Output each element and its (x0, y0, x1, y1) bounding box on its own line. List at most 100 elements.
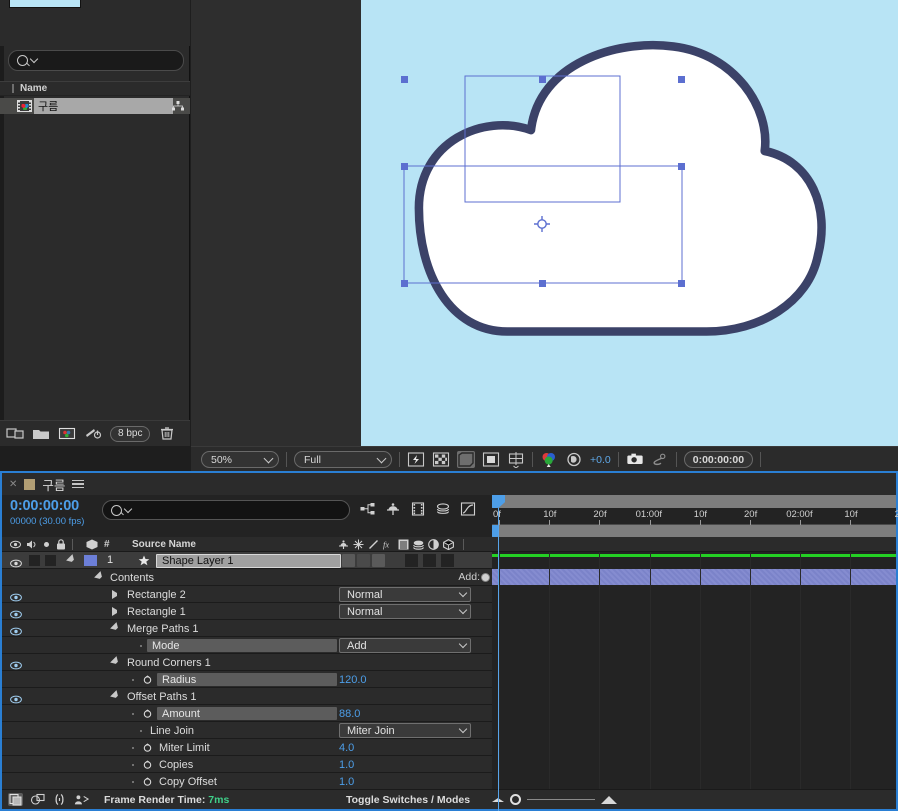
snapshot-icon[interactable] (626, 451, 644, 468)
property-visibility-toggle[interactable] (10, 657, 22, 670)
hide-shy-layers-icon[interactable] (410, 501, 426, 517)
layer-twirl-icon[interactable] (66, 554, 79, 567)
toggle-switches-modes-icon[interactable] (8, 793, 23, 806)
property-visibility-toggle[interactable] (10, 606, 22, 619)
quality-icon[interactable] (368, 539, 379, 550)
shy-icon[interactable] (338, 539, 349, 550)
twirl-icon[interactable] (112, 607, 121, 616)
motion-blur-icon[interactable] (413, 539, 424, 550)
copy-offset-value[interactable]: 1.0 (339, 776, 354, 788)
stopwatch-icon[interactable] (143, 708, 152, 718)
layer-switch-quality[interactable] (372, 554, 385, 567)
viewer-timecode[interactable]: 0:00:00:00 (683, 451, 754, 468)
property-row-round-corners-1[interactable]: Round Corners 1 (2, 654, 492, 671)
composition-canvas[interactable] (361, 0, 898, 446)
frame-blending-icon[interactable] (398, 539, 409, 550)
mask-shape-visibility-icon[interactable] (482, 451, 500, 468)
timeline-search-input[interactable] (102, 500, 350, 520)
graph-editor-icon[interactable] (460, 501, 476, 517)
audio-header-icon[interactable] (26, 539, 37, 550)
new-composition-icon[interactable] (58, 426, 76, 441)
layer-switch-shy[interactable] (342, 554, 355, 567)
bit-depth-button[interactable]: 8 bpc (110, 425, 151, 442)
zoom-slider-knob[interactable] (510, 794, 521, 805)
twirl-icon[interactable] (110, 622, 123, 635)
new-folder-icon[interactable] (32, 426, 50, 441)
work-area-bar-top[interactable] (492, 495, 896, 508)
blend-mode-dropdown[interactable]: Normal (339, 587, 471, 602)
timeline-tab-label[interactable]: 구름 (42, 475, 65, 494)
property-row-line-join[interactable]: Line Join Miter Join (2, 722, 492, 739)
twirl-icon[interactable] (112, 590, 121, 599)
project-column-header[interactable]: Name (0, 81, 190, 96)
solo-header-icon[interactable] (44, 542, 49, 547)
layer-audio-toggle[interactable] (29, 555, 40, 566)
interpret-footage-icon[interactable] (6, 426, 24, 441)
project-item-name-field[interactable]: 구름 (34, 98, 173, 114)
zoom-slider-track[interactable] (527, 798, 595, 801)
proportional-grid-icon[interactable] (507, 451, 525, 468)
add-button[interactable] (481, 573, 490, 582)
label-header-icon[interactable] (86, 539, 98, 550)
trash-icon[interactable] (158, 426, 176, 441)
channel-rgb-icon[interactable] (540, 451, 558, 468)
property-row-copy-offset[interactable]: Copy Offset 1.0 (2, 773, 492, 790)
stopwatch-icon[interactable] (143, 674, 152, 684)
draft-3d-icon[interactable] (385, 501, 401, 517)
radius-value[interactable]: 120.0 (339, 674, 367, 686)
project-search-input[interactable] (8, 50, 184, 71)
layer-switch-motion-blur[interactable] (441, 554, 454, 567)
video-visibility-header-icon[interactable] (10, 540, 21, 549)
hierarchy-icon[interactable] (172, 101, 184, 111)
timeline-track-area[interactable] (492, 552, 896, 790)
line-join-dropdown[interactable]: Miter Join (339, 723, 471, 738)
stopwatch-icon[interactable] (143, 742, 152, 752)
layer-switch-frame-blending[interactable] (423, 554, 436, 567)
stopwatch-icon[interactable] (143, 776, 152, 786)
collapse-transformations-icon[interactable] (353, 539, 364, 550)
work-area-bar-bottom[interactable] (492, 525, 896, 537)
magnification-selector[interactable]: 50% (201, 451, 279, 468)
composition-mini-flowchart-icon[interactable] (360, 501, 376, 517)
property-row-radius[interactable]: Radius 120.0 (2, 671, 492, 688)
miter-limit-value[interactable]: 4.0 (339, 742, 354, 754)
blend-mode-dropdown[interactable]: Normal (339, 604, 471, 619)
property-row-contents[interactable]: Contents Add: (2, 569, 492, 586)
amount-value[interactable]: 88.0 (339, 708, 360, 720)
exposure-value[interactable]: +0.0 (590, 454, 611, 466)
property-visibility-toggle[interactable] (10, 589, 22, 602)
property-row-merge-paths-1[interactable]: Merge Paths 1 (2, 620, 492, 637)
layer-video-toggle[interactable] (10, 555, 22, 568)
comp-renderer-icon[interactable] (30, 793, 45, 806)
layer-switch-effects[interactable] (405, 554, 418, 567)
property-row-mode[interactable]: Mode Add (2, 637, 492, 654)
transparency-grid-icon[interactable] (432, 451, 450, 468)
panel-menu-icon[interactable] (72, 479, 85, 489)
twirl-icon[interactable] (110, 690, 123, 703)
motion-sketch-icon[interactable] (74, 793, 89, 806)
project-item-row[interactable]: 구름 (0, 98, 190, 114)
exposure-reset-icon[interactable] (565, 451, 583, 468)
resolution-selector[interactable]: Full (294, 451, 392, 468)
timeline-current-time[interactable]: 0:00:00:00 (10, 498, 79, 514)
property-visibility-toggle[interactable] (10, 623, 22, 636)
property-visibility-toggle[interactable] (10, 691, 22, 704)
timeline-zoom-slider[interactable] (492, 794, 617, 805)
property-name-field[interactable]: Mode (147, 639, 337, 652)
show-snapshot-icon[interactable] (651, 451, 669, 468)
lock-header-icon[interactable] (56, 539, 66, 550)
expression-icon[interactable] (52, 793, 67, 806)
adjustment-layer-icon[interactable] (428, 539, 439, 550)
property-name-field[interactable]: Radius (157, 673, 337, 686)
layer-number-header[interactable]: # (104, 539, 110, 550)
toggle-switches-modes-button[interactable]: Toggle Switches / Modes (346, 794, 470, 806)
layer-switch-collapse[interactable] (357, 554, 370, 567)
stopwatch-icon[interactable] (143, 759, 152, 769)
property-row-miter-limit[interactable]: Miter Limit 4.0 (2, 739, 492, 756)
layer-color-swatch[interactable] (84, 555, 97, 566)
property-row-offset-paths-1[interactable]: Offset Paths 1 (2, 688, 492, 705)
twirl-icon[interactable] (110, 656, 123, 669)
merge-mode-dropdown[interactable]: Add (339, 638, 471, 653)
layer-duration-bar[interactable] (492, 569, 896, 585)
project-settings-icon[interactable] (84, 426, 102, 441)
